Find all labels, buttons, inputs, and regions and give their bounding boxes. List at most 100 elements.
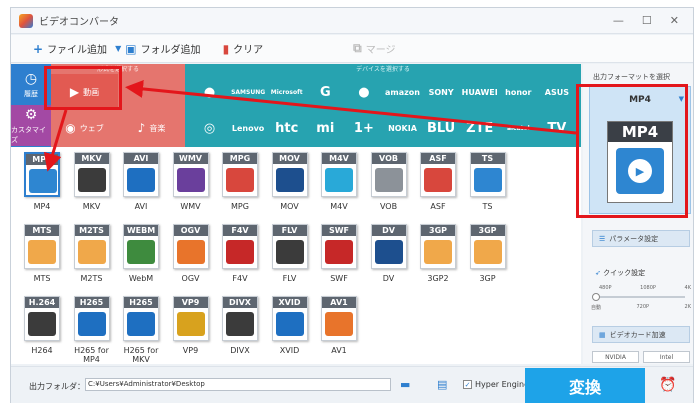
device-brand-1-5[interactable]: amazon bbox=[385, 74, 420, 110]
device-brand-1-2[interactable]: Microsoft bbox=[270, 74, 303, 110]
format-file-icon: WEBM bbox=[123, 224, 159, 269]
format-item-3gp[interactable]: 3GP 3GP bbox=[461, 224, 523, 292]
quality-slider-handle[interactable] bbox=[592, 293, 600, 301]
hyper-engine-option[interactable]: ✓ Hyper Engine bbox=[463, 380, 529, 389]
device-header: デバイスを選択する bbox=[356, 66, 410, 73]
format-artwork-icon bbox=[28, 240, 56, 264]
format-file-icon: 3GP bbox=[420, 224, 456, 269]
format-artwork-icon bbox=[473, 168, 502, 192]
format-label: OGV bbox=[181, 274, 200, 283]
device-brand-1-9[interactable]: ASUS bbox=[540, 74, 573, 110]
device-brand-2-2[interactable]: htc bbox=[270, 110, 303, 146]
hyper-engine-checkbox[interactable]: ✓ bbox=[463, 380, 472, 389]
device-brand-2-0[interactable]: ◎ bbox=[193, 110, 226, 146]
format-file-icon: WMV bbox=[172, 152, 209, 197]
nvidia-badge: NVIDIA bbox=[592, 351, 639, 363]
maximize-button[interactable]: ☐ bbox=[642, 14, 652, 27]
format-file-icon: OGV bbox=[172, 224, 209, 269]
plus-icon: + bbox=[33, 41, 44, 56]
format-item-av1[interactable]: AV1 AV1 bbox=[312, 296, 374, 364]
format-artwork-icon bbox=[28, 312, 56, 336]
output-highlight-box bbox=[576, 84, 688, 218]
format-artwork-icon bbox=[77, 168, 106, 192]
trash-icon: ▮ bbox=[222, 41, 230, 56]
quality-slider[interactable] bbox=[595, 296, 685, 298]
format-file-icon: MTS bbox=[24, 224, 60, 269]
device-brand-1-3[interactable]: G bbox=[309, 74, 342, 110]
apple-icon: ● bbox=[203, 84, 216, 100]
parameter-settings-button[interactable]: ☰ パラメータ設定 bbox=[592, 230, 690, 247]
format-artwork-icon bbox=[275, 168, 304, 192]
rocket-icon: ➶ bbox=[595, 269, 601, 277]
format-file-icon: ASF bbox=[420, 152, 456, 197]
device-brand-1-8[interactable]: honor bbox=[502, 74, 535, 110]
format-artwork-icon bbox=[226, 168, 254, 192]
format-artwork-icon bbox=[275, 312, 304, 336]
format-label: 3GP bbox=[479, 274, 496, 283]
format-label: WMV bbox=[180, 202, 201, 211]
alarm-clock-icon[interactable]: ⏰ bbox=[659, 377, 676, 393]
device-brand-2-4[interactable]: 1+ bbox=[347, 110, 380, 146]
format-file-icon: F4V bbox=[222, 224, 258, 269]
format-artwork-icon bbox=[374, 168, 403, 192]
format-artwork-icon bbox=[77, 240, 106, 264]
output-panel-title: 出力フォーマットを選択 bbox=[593, 73, 670, 81]
device-brand-1-4[interactable]: ● bbox=[347, 74, 380, 110]
device-brand-2-8[interactable]: alcatel bbox=[502, 110, 535, 146]
format-label: F4V bbox=[232, 274, 248, 283]
format-label: M2TS bbox=[80, 274, 103, 283]
add-folder-button[interactable]: ▼ ▣ フォルダ追加 bbox=[115, 41, 201, 57]
format-file-icon: H265 bbox=[73, 296, 110, 341]
customize-tab[interactable]: ⚙ カスタマイズ bbox=[11, 105, 51, 146]
format-artwork-icon bbox=[325, 312, 353, 336]
format-label: DIVX bbox=[230, 346, 250, 355]
format-artwork-icon bbox=[127, 168, 155, 192]
add-file-button[interactable]: + ファイル追加 bbox=[33, 41, 107, 57]
device-brand-2-9[interactable]: TV bbox=[540, 110, 573, 146]
merge-button[interactable]: ⧉ マージ bbox=[353, 41, 395, 56]
device-brand-1-6[interactable]: SONY bbox=[425, 74, 458, 110]
format-artwork-icon bbox=[176, 312, 205, 336]
convert-button[interactable]: 変換 bbox=[525, 368, 645, 403]
apple-icon: ● bbox=[358, 84, 370, 100]
dropdown-arrow-icon: ▼ bbox=[115, 44, 122, 53]
format-artwork-icon bbox=[325, 240, 353, 264]
close-button[interactable]: ✕ bbox=[670, 14, 679, 27]
format-item-ts[interactable]: TS TS bbox=[461, 152, 523, 220]
format-file-icon: DV bbox=[370, 224, 407, 269]
device-brand-2-7[interactable]: ZTE bbox=[463, 110, 496, 146]
format-label: MOV bbox=[280, 202, 299, 211]
format-file-icon: MPG bbox=[222, 152, 258, 197]
format-label: XVID bbox=[279, 346, 300, 355]
format-artwork-icon bbox=[275, 240, 304, 264]
format-artwork-icon bbox=[176, 240, 205, 264]
folder-icon[interactable]: ▬ bbox=[400, 378, 410, 391]
device-brand-2-5[interactable]: NOKIA bbox=[386, 110, 419, 146]
quality-labels-top: 480P 1080P 4K bbox=[599, 285, 691, 291]
web-category[interactable]: ◉ ウェブ bbox=[51, 110, 118, 146]
format-label: AVI bbox=[134, 202, 148, 211]
format-artwork-icon bbox=[127, 240, 155, 264]
gear-icon: ⚙ bbox=[24, 106, 38, 123]
device-brand-1-7[interactable]: HUAWEI bbox=[462, 74, 498, 110]
open-folder-icon[interactable]: ▤ bbox=[437, 378, 447, 391]
device-brand-2-6[interactable]: BLU bbox=[425, 110, 458, 146]
format-file-icon: AVI bbox=[123, 152, 159, 197]
format-label: VP9 bbox=[182, 346, 199, 355]
clear-button[interactable]: ▮ クリア bbox=[222, 41, 264, 57]
music-category[interactable]: ♪ 音楽 bbox=[118, 110, 185, 146]
output-folder-input[interactable]: C:¥Users¥Administrator¥Desktop bbox=[85, 378, 391, 391]
format-artwork-icon bbox=[473, 240, 502, 264]
device-brand-1-0[interactable]: ● bbox=[193, 74, 226, 110]
format-file-icon: XVID bbox=[271, 296, 308, 341]
toolbar: + ファイル追加 ▼ ▣ フォルダ追加 ▮ クリア ⧉ マージ bbox=[11, 35, 693, 63]
minimize-button[interactable]: — bbox=[613, 14, 624, 27]
quality-labels-bottom: 自動 720P 2K bbox=[591, 304, 691, 311]
format-label: MPG bbox=[231, 202, 249, 211]
format-label: VOB bbox=[379, 202, 398, 211]
format-label: ASF bbox=[430, 202, 446, 211]
gpu-acceleration-button[interactable]: ▦ ビデオカード加速 bbox=[592, 326, 690, 343]
device-brand-1-1[interactable]: SAMSUNG bbox=[231, 74, 265, 110]
device-brand-2-1[interactable]: Lenovo bbox=[232, 110, 265, 146]
device-brand-2-3[interactable]: mi bbox=[309, 110, 342, 146]
